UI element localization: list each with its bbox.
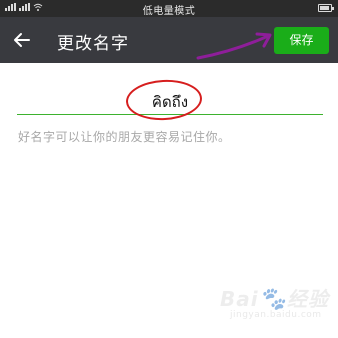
save-button[interactable]: 保存	[274, 27, 329, 54]
annotation-arrow-icon	[196, 32, 272, 60]
name-hint: 好名字可以让你的朋友更容易记住你。	[18, 130, 231, 144]
battery-level	[320, 6, 329, 10]
watermark-text: Bai🐾经验	[220, 287, 330, 312]
app-bar: 更改名字 保存	[0, 17, 338, 63]
watermark-logo: Bai🐾经验 jingyan.baidu.com	[220, 283, 330, 328]
battery-icon	[318, 4, 334, 12]
status-mode-text: 低电量模式	[142, 6, 196, 17]
watermark-sub: jingyan.baidu.com	[230, 310, 322, 320]
arrow-left-icon[interactable]	[10, 28, 34, 52]
page-title: 更改名字	[57, 34, 129, 54]
status-bar: 低电量模式	[0, 0, 338, 17]
